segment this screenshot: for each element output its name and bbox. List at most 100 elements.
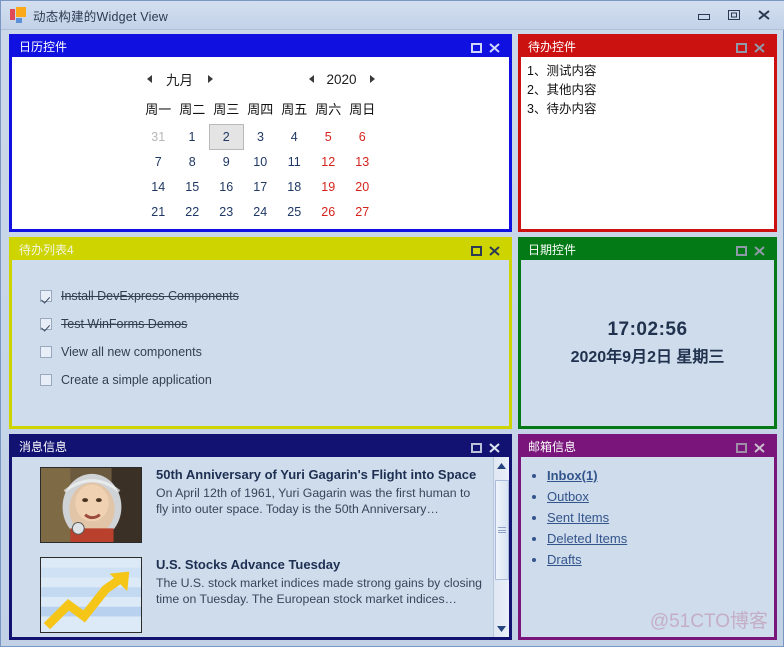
month-next-icon[interactable] bbox=[207, 75, 213, 83]
calendar-day[interactable]: 16 bbox=[209, 175, 243, 200]
task-row[interactable]: Install DevExpress Components bbox=[40, 282, 509, 310]
task-checkbox[interactable] bbox=[40, 318, 52, 330]
maximize-button[interactable] bbox=[719, 4, 749, 26]
calendar-weekday-1: 周二 bbox=[179, 102, 206, 118]
todo-widget-body: 1、测试内容 2、其他内容 3、待办内容 bbox=[521, 57, 774, 229]
calendar-widget: 日历控件 九月 2020 周一 周二 周三 周四 周五 周六 周日 31 1 2… bbox=[9, 34, 512, 232]
mail-folder-item[interactable]: Outbox bbox=[547, 486, 774, 507]
mail-folder-item[interactable]: Sent Items bbox=[547, 507, 774, 528]
calendar-table: 周一 周二 周三 周四 周五 周六 周日 31 1 2 3 4 5 6 7 8 9 10 11 12 13 14 15 16… bbox=[141, 97, 380, 225]
task-label: View all new components bbox=[61, 345, 202, 359]
tasks-close-icon[interactable] bbox=[489, 245, 500, 256]
news-close-icon[interactable] bbox=[489, 442, 500, 453]
news-item[interactable]: 50th Anniversary of Yuri Gagarin's Fligh… bbox=[12, 463, 493, 553]
task-row[interactable]: Test WinForms Demos bbox=[40, 310, 509, 338]
task-label: Test WinForms Demos bbox=[61, 317, 188, 331]
calendar-day[interactable]: 14 bbox=[141, 175, 175, 200]
news-widget-body: 50th Anniversary of Yuri Gagarin's Fligh… bbox=[12, 457, 509, 637]
mail-folder-link[interactable]: Outbox bbox=[547, 489, 589, 504]
news-item[interactable]: U.S. Stocks Advance Tuesday The U.S. stoc… bbox=[12, 553, 493, 637]
mail-folder-link[interactable]: Drafts bbox=[547, 552, 582, 567]
calendar-day[interactable]: 25 bbox=[277, 200, 311, 225]
calendar-year-nav: 2020 bbox=[308, 72, 375, 87]
news-headline: 50th Anniversary of Yuri Gagarin's Fligh… bbox=[156, 467, 477, 482]
calendar-day[interactable]: 17 bbox=[243, 175, 277, 200]
news-widget-title: 消息信息 bbox=[19, 440, 68, 454]
application-window: 动态构建的Widget View 日历控件 九月 2020 周一 周二 周三 周… bbox=[0, 0, 784, 647]
scrollbar-thumb[interactable] bbox=[494, 480, 509, 580]
minimize-button[interactable] bbox=[689, 4, 719, 26]
calendar-day[interactable]: 19 bbox=[311, 175, 345, 200]
calendar-day[interactable]: 18 bbox=[277, 175, 311, 200]
calendar-restore-icon[interactable] bbox=[471, 42, 482, 53]
calendar-day[interactable]: 21 bbox=[141, 200, 175, 225]
year-prev-icon[interactable] bbox=[308, 75, 314, 83]
calendar-weekday-4: 周五 bbox=[281, 102, 308, 118]
scroll-down-icon[interactable] bbox=[494, 620, 510, 637]
mail-folder-link[interactable]: Deleted Items bbox=[547, 531, 627, 546]
task-row[interactable]: Create a simple application bbox=[40, 366, 509, 394]
mail-restore-icon[interactable] bbox=[736, 442, 747, 453]
calendar-day[interactable]: 20 bbox=[345, 175, 379, 200]
todo-restore-icon[interactable] bbox=[736, 42, 747, 53]
calendar-day[interactable]: 1 bbox=[175, 125, 209, 150]
close-button[interactable] bbox=[749, 4, 779, 26]
todo-list-item: 3、待办内容 bbox=[527, 102, 597, 116]
calendar-weekday-6: 周日 bbox=[349, 102, 376, 118]
calendar-month-label: 九月 bbox=[166, 73, 193, 88]
tasks-widget-title-bar: 待办列表4 bbox=[12, 240, 509, 260]
month-prev-icon[interactable] bbox=[146, 75, 152, 83]
calendar-day[interactable]: 23 bbox=[209, 200, 243, 225]
task-row[interactable]: View all new components bbox=[40, 338, 509, 366]
mail-folder-link[interactable]: Sent Items bbox=[547, 510, 609, 525]
scroll-up-icon[interactable] bbox=[494, 457, 510, 474]
mail-folder-item[interactable]: Inbox(1) bbox=[547, 465, 774, 486]
calendar-day[interactable]: 7 bbox=[141, 150, 175, 175]
year-next-icon[interactable] bbox=[369, 75, 375, 83]
calendar-day[interactable]: 13 bbox=[345, 150, 379, 175]
stock-chart-photo bbox=[40, 557, 142, 633]
calendar-day[interactable]: 8 bbox=[175, 150, 209, 175]
news-list: 50th Anniversary of Yuri Gagarin's Fligh… bbox=[12, 457, 493, 637]
calendar-day[interactable]: 5 bbox=[311, 125, 345, 150]
calendar-widget-title: 日历控件 bbox=[19, 40, 68, 54]
news-restore-icon[interactable] bbox=[471, 442, 482, 453]
mail-folder-link[interactable]: Inbox(1) bbox=[547, 468, 598, 483]
calendar-day[interactable]: 22 bbox=[175, 200, 209, 225]
todo-list-item: 2、其他内容 bbox=[527, 83, 597, 97]
calendar-day-grid: 31 1 2 3 4 5 6 7 8 9 10 11 12 13 14 15 16 17 18 19 20 21 22 23 2… bbox=[141, 124, 379, 225]
news-text: 50th Anniversary of Yuri Gagarin's Fligh… bbox=[156, 467, 483, 543]
news-widget-title-bar: 消息信息 bbox=[12, 437, 509, 457]
mail-close-icon[interactable] bbox=[754, 442, 765, 453]
mail-folder-item[interactable]: Drafts bbox=[547, 549, 774, 570]
news-scrollbar[interactable] bbox=[493, 457, 509, 637]
task-checkbox[interactable] bbox=[40, 290, 52, 302]
clock-time: 17:02:56 bbox=[607, 319, 688, 340]
calendar-close-icon[interactable] bbox=[489, 42, 500, 53]
calendar-day[interactable]: 6 bbox=[345, 125, 379, 150]
calendar-day-selected[interactable]: 2 bbox=[208, 124, 244, 150]
calendar-day[interactable]: 11 bbox=[277, 150, 311, 175]
calendar-day[interactable]: 10 bbox=[243, 150, 277, 175]
window-controls bbox=[689, 4, 784, 26]
task-checkbox[interactable] bbox=[40, 346, 52, 358]
todo-close-icon[interactable] bbox=[754, 42, 765, 53]
calendar-day[interactable]: 9 bbox=[209, 150, 243, 175]
calendar-day[interactable]: 12 bbox=[311, 150, 345, 175]
calendar-day[interactable]: 31 bbox=[141, 125, 175, 150]
calendar-day[interactable]: 26 bbox=[311, 200, 345, 225]
date-close-icon[interactable] bbox=[754, 245, 765, 256]
scrollbar-track[interactable] bbox=[494, 474, 510, 620]
tasks-restore-icon[interactable] bbox=[471, 245, 482, 256]
task-checkbox[interactable] bbox=[40, 374, 52, 386]
date-widget-body: 17:02:56 2020年9月2日 星期三 bbox=[521, 260, 774, 426]
calendar-day[interactable]: 24 bbox=[243, 200, 277, 225]
calendar-day[interactable]: 3 bbox=[243, 125, 277, 150]
clock-date: 2020年9月2日 星期三 bbox=[570, 349, 725, 366]
date-restore-icon[interactable] bbox=[736, 245, 747, 256]
mail-widget-title-bar: 邮箱信息 bbox=[521, 437, 774, 457]
mail-folder-item[interactable]: Deleted Items bbox=[547, 528, 774, 549]
calendar-day[interactable]: 27 bbox=[345, 200, 379, 225]
calendar-day[interactable]: 15 bbox=[175, 175, 209, 200]
calendar-day[interactable]: 4 bbox=[277, 125, 311, 150]
